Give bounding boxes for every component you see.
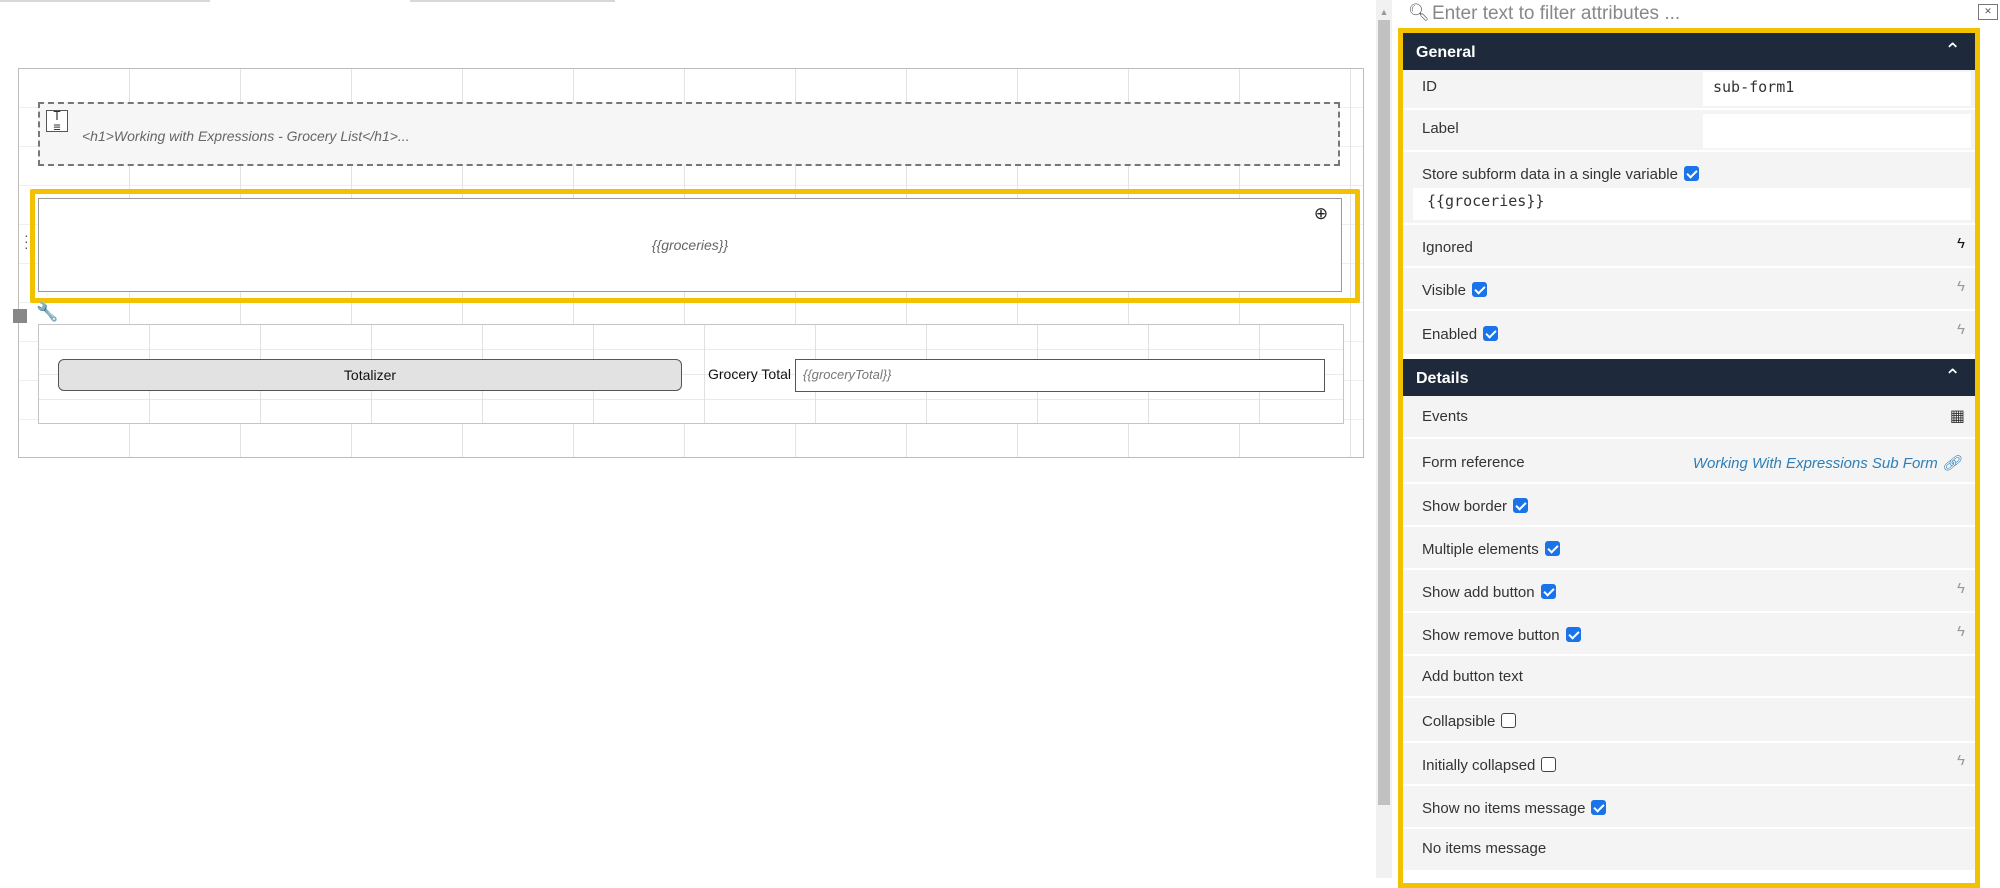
subform-selection-highlight <box>30 189 1360 303</box>
prop-ignored: Ignored ϟ <box>1403 225 1975 268</box>
collapsible-checkbox[interactable] <box>1501 712 1517 728</box>
prop-show-border: Show border <box>1403 484 1975 527</box>
section-general-header[interactable]: General ⌃ <box>1403 33 1975 70</box>
enabled-label-text: Enabled <box>1422 326 1478 343</box>
prop-label: Show border <box>1422 497 1529 515</box>
prop-label: Label <box>1422 120 1459 137</box>
prop-label: Add button text <box>1422 668 1523 685</box>
resize-handle[interactable] <box>13 309 27 323</box>
bolt-icon[interactable]: ϟ <box>1957 752 1965 769</box>
move-icon[interactable]: ⊕ <box>1312 205 1330 223</box>
chevron-up-icon[interactable]: ⌃ <box>1944 364 1961 389</box>
prop-id: ID sub-form1 <box>1403 70 1975 110</box>
prop-label: Store subform data in a single variable <box>1422 165 1699 183</box>
section-details-header[interactable]: Details ⌃ <box>1403 359 1975 396</box>
prop-show-remove-button: Show remove button ϟ <box>1403 613 1975 656</box>
prop-label: Enabled <box>1422 325 1499 343</box>
prop-events: Events ▦ <box>1403 396 1975 439</box>
totalizer-button[interactable]: Totalizer <box>58 359 682 391</box>
prop-collapsible: Collapsible <box>1403 698 1975 743</box>
bolt-icon[interactable]: ϟ <box>1957 235 1965 252</box>
show-no-items-checkbox[interactable] <box>1591 799 1607 815</box>
link-icon[interactable]: 🔗︎ <box>1942 455 1961 472</box>
prop-label-field: Label <box>1403 110 1975 152</box>
id-input[interactable]: sub-form1 <box>1703 72 1971 106</box>
prop-visible: Visible ϟ <box>1403 268 1975 311</box>
prop-label: Show no items message <box>1422 799 1607 817</box>
prop-label: ID <box>1422 78 1437 95</box>
multiple-elements-checkbox[interactable] <box>1544 540 1560 556</box>
html-text-block[interactable]: T ≡ <h1>Working with Expressions - Grocer… <box>38 102 1340 166</box>
prop-enabled: Enabled ϟ <box>1403 311 1975 356</box>
section-title: Details <box>1416 370 1469 387</box>
tab-edge <box>0 0 210 2</box>
prop-label: Ignored <box>1422 239 1473 256</box>
show-border-checkbox[interactable] <box>1513 497 1529 513</box>
section-title: General <box>1416 44 1476 61</box>
initially-collapsed-checkbox[interactable] <box>1541 756 1557 772</box>
multiple-elements-label-text: Multiple elements <box>1422 541 1539 558</box>
top-tab-strip <box>0 0 1375 3</box>
text-block-icon: T ≡ <box>46 110 68 133</box>
prop-label: Multiple elements <box>1422 540 1560 558</box>
clear-filter-icon[interactable]: ✕ <box>1978 4 1998 20</box>
prop-label: Events <box>1422 408 1468 425</box>
prop-label: Show add button <box>1422 583 1556 601</box>
vertical-scrollbar[interactable]: ▲ <box>1376 0 1392 878</box>
filter-input[interactable] <box>1430 1 1914 27</box>
prop-store-subform: Store subform data in a single variable … <box>1403 152 1975 225</box>
form-reference-link[interactable]: Working With Expressions Sub Form 🔗︎ <box>1693 454 1961 472</box>
store-label-text: Store subform data in a single variable <box>1422 166 1678 183</box>
show-remove-button-checkbox[interactable] <box>1565 626 1581 642</box>
scroll-thumb[interactable] <box>1378 20 1390 805</box>
store-checkbox[interactable] <box>1683 165 1699 181</box>
scroll-up-arrow-icon[interactable]: ▲ <box>1376 4 1392 20</box>
show-border-label-text: Show border <box>1422 498 1508 515</box>
label-input[interactable] <box>1703 114 1971 148</box>
bolt-icon[interactable]: ϟ <box>1957 321 1965 338</box>
tab-edge <box>410 0 615 2</box>
store-variable-input[interactable]: {{groceries}} <box>1413 188 1971 220</box>
visible-checkbox[interactable] <box>1471 281 1487 297</box>
prop-multiple-elements: Multiple elements <box>1403 527 1975 570</box>
form-reference-text[interactable]: Working With Expressions Sub Form <box>1693 455 1938 472</box>
prop-label: No items message <box>1422 840 1547 857</box>
prop-form-reference: Form reference Working With Expressions … <box>1403 439 1975 484</box>
show-add-button-checkbox[interactable] <box>1540 583 1556 599</box>
prop-no-items-message: No items message <box>1403 829 1975 872</box>
drag-handle-icon[interactable]: · · · <box>24 228 29 254</box>
prop-label: Collapsible <box>1422 712 1517 730</box>
prop-show-no-items: Show no items message <box>1403 786 1975 829</box>
search-icon: 🔍︎ <box>1408 3 1430 22</box>
chevron-up-icon[interactable]: ⌃ <box>1944 38 1961 63</box>
collapsible-label-text: Collapsible <box>1422 713 1496 730</box>
show-no-items-label-text: Show no items message <box>1422 800 1586 817</box>
prop-add-button-text: Add button text <box>1403 656 1975 698</box>
prop-initially-collapsed: Initially collapsed ϟ <box>1403 743 1975 786</box>
wrench-icon[interactable]: 🔧 <box>36 302 58 323</box>
attribute-filter: 🔍︎ ✕ <box>1392 0 2000 28</box>
bolt-icon[interactable]: ϟ <box>1957 278 1965 295</box>
prop-label: Initially collapsed <box>1422 756 1557 774</box>
prop-label: Form reference <box>1422 454 1525 471</box>
prop-show-add-button: Show add button ϟ <box>1403 570 1975 613</box>
bolt-icon[interactable]: ϟ <box>1957 580 1965 597</box>
bolt-icon[interactable]: ϟ <box>1957 623 1965 640</box>
grid-icon[interactable]: ▦ <box>1950 406 1965 426</box>
initially-collapsed-label-text: Initially collapsed <box>1422 757 1536 774</box>
grocery-total-label: Grocery Total <box>708 366 791 382</box>
html-block-text: <h1>Working with Expressions - Grocery L… <box>82 128 410 144</box>
prop-label: Show remove button <box>1422 626 1581 644</box>
show-remove-button-label-text: Show remove button <box>1422 627 1560 644</box>
visible-label-text: Visible <box>1422 282 1466 299</box>
grocery-total-input[interactable]: {{groceryTotal}} <box>795 359 1325 392</box>
show-add-button-label-text: Show add button <box>1422 584 1535 601</box>
prop-label: Visible <box>1422 281 1487 299</box>
enabled-checkbox[interactable] <box>1483 325 1499 341</box>
